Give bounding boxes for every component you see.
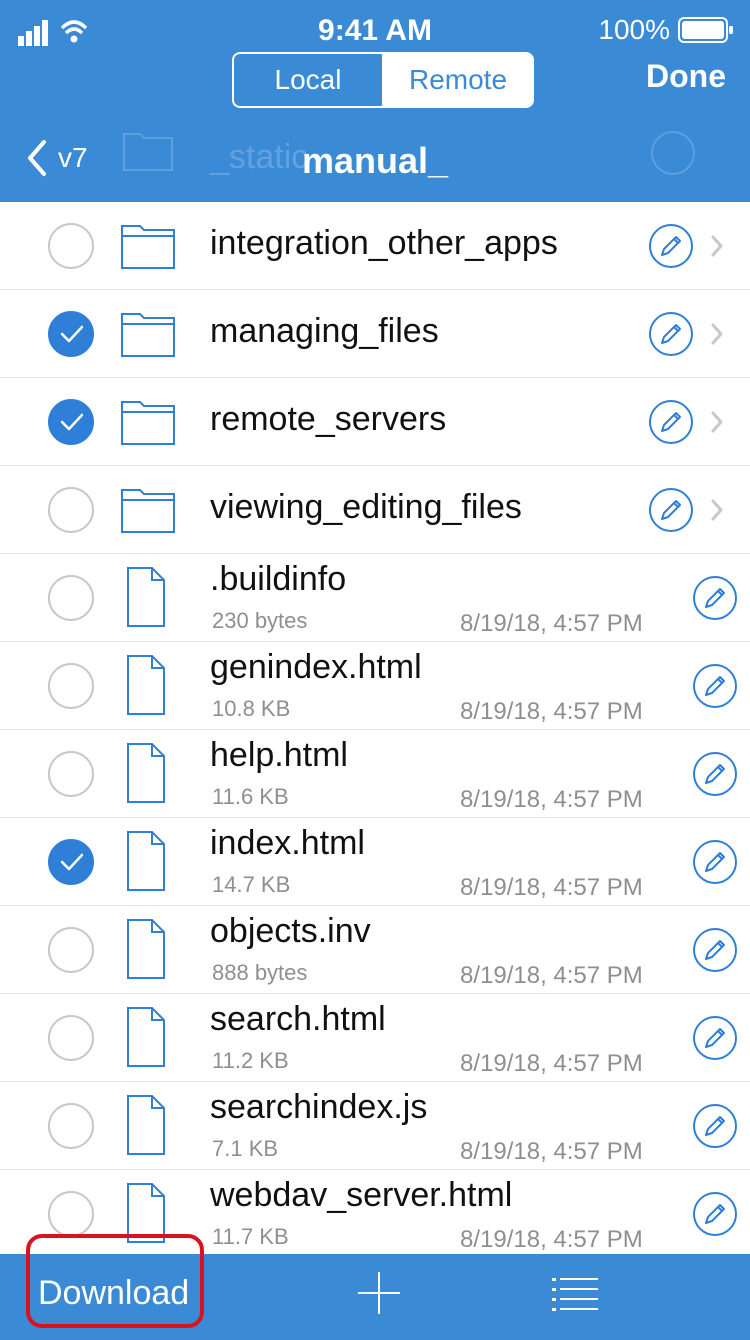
file-icon xyxy=(127,655,165,715)
file-row[interactable]: search.html 11.2 KB 8/19/18, 4:57 PM xyxy=(0,994,750,1082)
chevron-right-icon xyxy=(711,323,723,345)
edit-pencil-icon[interactable] xyxy=(692,751,738,797)
file-icon xyxy=(127,1095,165,1155)
battery-percent: 100% xyxy=(598,14,670,45)
file-row[interactable]: .buildinfo 230 bytes 8/19/18, 4:57 PM xyxy=(0,554,750,642)
checkbox[interactable] xyxy=(48,223,94,269)
checkbox[interactable] xyxy=(48,1103,94,1149)
checkbox-checked[interactable] xyxy=(48,839,94,885)
edit-pencil-icon[interactable] xyxy=(692,663,738,709)
item-name: integration_other_apps xyxy=(210,224,558,262)
checkmark-icon xyxy=(60,853,84,871)
file-row[interactable]: index.html 14.7 KB 8/19/18, 4:57 PM xyxy=(0,818,750,906)
folder-icon xyxy=(121,489,175,533)
file-size: 11.6 KB xyxy=(212,784,289,809)
edit-pencil-icon[interactable] xyxy=(648,311,694,357)
file-size: 230 bytes xyxy=(212,608,308,633)
item-name: webdav_server.html xyxy=(210,1176,513,1214)
file-size: 888 bytes xyxy=(212,960,308,985)
checkbox[interactable] xyxy=(48,575,94,621)
status-bar: 9:41 AM 100% xyxy=(0,0,750,60)
edit-pencil-icon[interactable] xyxy=(648,399,694,445)
item-name: index.html xyxy=(210,824,365,862)
done-button[interactable]: Done xyxy=(646,58,726,95)
item-name: help.html xyxy=(210,736,348,774)
checkbox[interactable] xyxy=(48,751,94,797)
file-icon xyxy=(127,567,165,627)
item-name: viewing_editing_files xyxy=(210,488,522,526)
file-date: 8/19/18, 4:57 PM xyxy=(460,698,643,725)
checkbox[interactable] xyxy=(48,1015,94,1061)
folder-icon xyxy=(121,313,175,357)
item-name: genindex.html xyxy=(210,648,422,686)
file-date: 8/19/18, 4:57 PM xyxy=(460,1226,643,1253)
item-name: searchindex.js xyxy=(210,1088,428,1126)
file-size: 11.7 KB xyxy=(212,1224,289,1249)
folder-row[interactable]: managing_files xyxy=(0,290,750,378)
chevron-right-icon xyxy=(711,235,723,257)
checkbox[interactable] xyxy=(48,1191,94,1237)
checkbox[interactable] xyxy=(48,927,94,973)
file-list: integration_other_apps managing_filesremo… xyxy=(0,202,750,1254)
edit-pencil-icon[interactable] xyxy=(648,487,694,533)
file-size: 14.7 KB xyxy=(212,872,291,897)
edit-pencil-icon[interactable] xyxy=(692,839,738,885)
chevron-right-icon xyxy=(711,499,723,521)
file-date: 8/19/18, 4:57 PM xyxy=(460,1050,643,1077)
local-remote-segmented-control[interactable]: Local Remote xyxy=(232,52,534,108)
plus-icon[interactable] xyxy=(356,1270,402,1316)
edit-pencil-icon[interactable] xyxy=(692,1103,738,1149)
item-name: search.html xyxy=(210,1000,386,1038)
file-size: 10.8 KB xyxy=(212,696,291,721)
folder-icon xyxy=(121,401,175,445)
file-date: 8/19/18, 4:57 PM xyxy=(460,962,643,989)
segment-local[interactable]: Local xyxy=(234,54,384,106)
checkmark-icon xyxy=(60,325,84,343)
item-name: managing_files xyxy=(210,312,439,350)
battery-icon xyxy=(678,17,733,43)
file-row[interactable]: objects.inv 888 bytes 8/19/18, 4:57 PM xyxy=(0,906,750,994)
download-highlight-box xyxy=(26,1234,204,1328)
chevron-right-icon xyxy=(711,411,723,433)
item-name: remote_servers xyxy=(210,400,447,438)
edit-pencil-icon[interactable] xyxy=(692,927,738,973)
folder-row[interactable]: viewing_editing_files xyxy=(0,466,750,554)
file-icon xyxy=(127,743,165,803)
segment-remote[interactable]: Remote xyxy=(384,54,532,106)
checkbox[interactable] xyxy=(48,663,94,709)
item-name: .buildinfo xyxy=(210,560,347,598)
file-size: 7.1 KB xyxy=(212,1136,279,1161)
edit-pencil-icon[interactable] xyxy=(648,223,694,269)
folder-icon xyxy=(121,225,175,269)
checkmark-icon xyxy=(60,413,84,431)
page-title: manual_ xyxy=(301,140,449,181)
checkbox[interactable] xyxy=(48,487,94,533)
folder-row[interactable]: integration_other_apps xyxy=(0,202,750,290)
checkbox-checked[interactable] xyxy=(48,399,94,445)
folder-row[interactable]: remote_servers xyxy=(0,378,750,466)
edit-pencil-icon[interactable] xyxy=(692,575,738,621)
file-date: 8/19/18, 4:57 PM xyxy=(460,1138,643,1165)
item-name: objects.inv xyxy=(210,912,371,950)
file-date: 8/19/18, 4:57 PM xyxy=(460,610,643,637)
file-row[interactable]: searchindex.js 7.1 KB 8/19/18, 4:57 PM xyxy=(0,1082,750,1170)
file-row[interactable]: genindex.html 10.8 KB 8/19/18, 4:57 PM xyxy=(0,642,750,730)
edit-pencil-icon[interactable] xyxy=(692,1191,738,1237)
file-date: 8/19/18, 4:57 PM xyxy=(460,874,643,901)
file-icon xyxy=(127,1007,165,1067)
file-size: 11.2 KB xyxy=(212,1048,289,1073)
file-icon xyxy=(127,831,165,891)
edit-pencil-icon[interactable] xyxy=(692,1015,738,1061)
file-icon xyxy=(127,919,165,979)
file-row[interactable]: help.html 11.6 KB 8/19/18, 4:57 PM xyxy=(0,730,750,818)
file-date: 8/19/18, 4:57 PM xyxy=(460,786,643,813)
list-icon[interactable] xyxy=(552,1276,598,1312)
checkbox-checked[interactable] xyxy=(48,311,94,357)
